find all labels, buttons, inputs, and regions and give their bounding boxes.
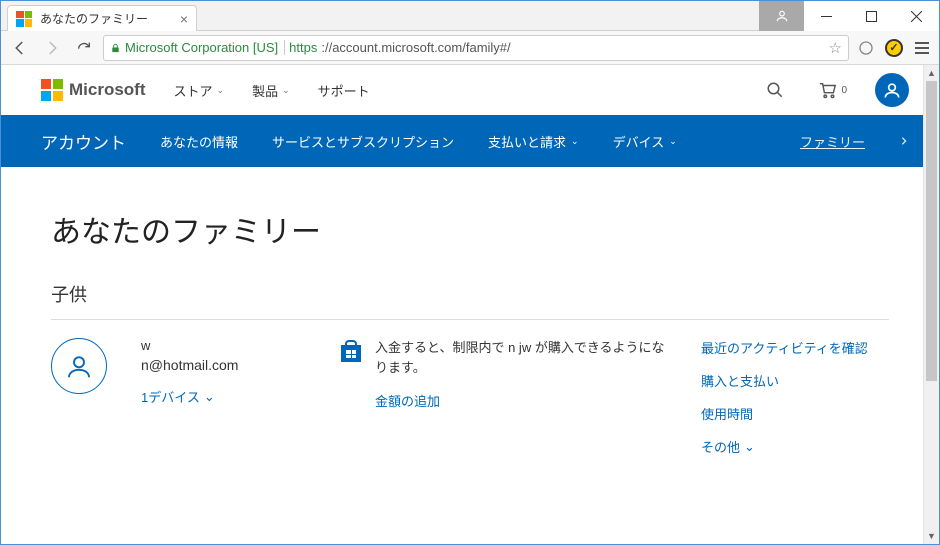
link-recent-activity[interactable]: 最近のアクティビティを確認 bbox=[701, 338, 868, 357]
divider bbox=[51, 319, 889, 320]
cart-button[interactable]: 0 bbox=[817, 81, 847, 99]
microsoft-logo-text: Microsoft bbox=[69, 80, 146, 100]
chevron-down-icon: ⌄ bbox=[217, 85, 225, 96]
page-viewport: Microsoft ストア⌄ 製品⌄ サポート 0 アカウント bbox=[1, 65, 939, 544]
microsoft-logo-icon bbox=[41, 79, 63, 101]
cart-count: 0 bbox=[841, 85, 847, 96]
child-devices-link[interactable]: 1デバイス ⌄ bbox=[141, 387, 311, 406]
subnav-scroll-right[interactable] bbox=[899, 134, 909, 148]
page-title: あなたのファミリー bbox=[51, 207, 889, 251]
scroll-up-icon[interactable]: ▲ bbox=[924, 65, 939, 81]
titlebar-user-icon[interactable] bbox=[759, 1, 804, 31]
close-window-button[interactable] bbox=[894, 1, 939, 31]
tab-title: あなたのファミリー bbox=[40, 10, 172, 27]
reload-button[interactable] bbox=[71, 35, 97, 61]
chevron-down-icon: ⌄ bbox=[669, 136, 677, 147]
microsoft-header: Microsoft ストア⌄ 製品⌄ サポート 0 bbox=[1, 65, 939, 115]
chevron-down-icon: ⌄ bbox=[204, 389, 215, 405]
lock-icon bbox=[110, 42, 121, 54]
nav-support[interactable]: サポート bbox=[318, 81, 370, 100]
subnav-family[interactable]: ファミリー bbox=[800, 132, 865, 151]
subnav-brand[interactable]: アカウント bbox=[41, 129, 126, 154]
extension-icon[interactable] bbox=[855, 37, 877, 59]
bookmark-star-icon[interactable]: ☆ bbox=[823, 39, 842, 57]
microsoft-logo[interactable]: Microsoft bbox=[41, 79, 146, 101]
child-row: w n@hotmail.com 1デバイス ⌄ bbox=[51, 338, 889, 456]
account-subnav: アカウント あなたの情報 サービスとサブスクリプション 支払いと請求⌄ デバイス… bbox=[1, 115, 939, 167]
scroll-thumb[interactable] bbox=[926, 81, 937, 381]
nav-products[interactable]: 製品⌄ bbox=[252, 81, 290, 100]
norton-extension-icon[interactable]: ✓ bbox=[883, 37, 905, 59]
ev-certificate: Microsoft Corporation [US] bbox=[125, 40, 285, 55]
chevron-down-icon: ⌄ bbox=[571, 136, 579, 147]
child-email: n@hotmail.com bbox=[141, 357, 311, 373]
store-description: 入金すると、制限内で n jw が購入できるようになります。 bbox=[375, 338, 671, 377]
search-icon[interactable] bbox=[761, 81, 789, 99]
maximize-button[interactable] bbox=[849, 1, 894, 31]
store-icon bbox=[341, 340, 361, 362]
url-path: ://account.microsoft.com/family#/ bbox=[321, 40, 510, 55]
scrollbar[interactable]: ▲ ▼ bbox=[923, 65, 939, 544]
url-scheme: https bbox=[289, 40, 317, 55]
main-content: あなたのファミリー 子供 w n@hotmail.com 1デバイス bbox=[1, 167, 939, 476]
back-button[interactable] bbox=[7, 35, 33, 61]
nav-store[interactable]: ストア⌄ bbox=[174, 81, 225, 100]
address-bar[interactable]: Microsoft Corporation [US] https ://accou… bbox=[103, 35, 849, 61]
account-avatar[interactable] bbox=[875, 73, 909, 107]
minimize-button[interactable] bbox=[804, 1, 849, 31]
forward-button[interactable] bbox=[39, 35, 65, 61]
link-screen-time[interactable]: 使用時間 bbox=[701, 404, 868, 423]
subnav-services[interactable]: サービスとサブスクリプション bbox=[272, 132, 454, 151]
link-purchase-spending[interactable]: 購入と支払い bbox=[701, 371, 868, 390]
chrome-menu-button[interactable] bbox=[911, 37, 933, 59]
add-money-link[interactable]: 金額の追加 bbox=[375, 391, 671, 410]
subnav-your-info[interactable]: あなたの情報 bbox=[160, 132, 238, 151]
child-avatar[interactable] bbox=[51, 338, 107, 394]
subnav-payment[interactable]: 支払いと請求⌄ bbox=[488, 132, 579, 151]
browser-toolbar: Microsoft Corporation [US] https ://accou… bbox=[1, 31, 939, 65]
chevron-down-icon: ⌄ bbox=[282, 85, 290, 96]
section-title-children: 子供 bbox=[51, 281, 889, 307]
close-tab-icon[interactable]: × bbox=[180, 11, 188, 27]
scroll-down-icon[interactable]: ▼ bbox=[924, 528, 939, 544]
tab-strip: あなたのファミリー × bbox=[1, 1, 759, 31]
subnav-devices[interactable]: デバイス⌄ bbox=[613, 132, 677, 151]
chevron-down-icon: ⌄ bbox=[744, 439, 755, 455]
browser-tab[interactable]: あなたのファミリー × bbox=[7, 5, 197, 31]
browser-window: あなたのファミリー × bbox=[0, 0, 940, 545]
link-more[interactable]: その他 ⌄ bbox=[701, 437, 868, 456]
child-name: w bbox=[141, 338, 311, 353]
microsoft-favicon bbox=[16, 11, 32, 27]
